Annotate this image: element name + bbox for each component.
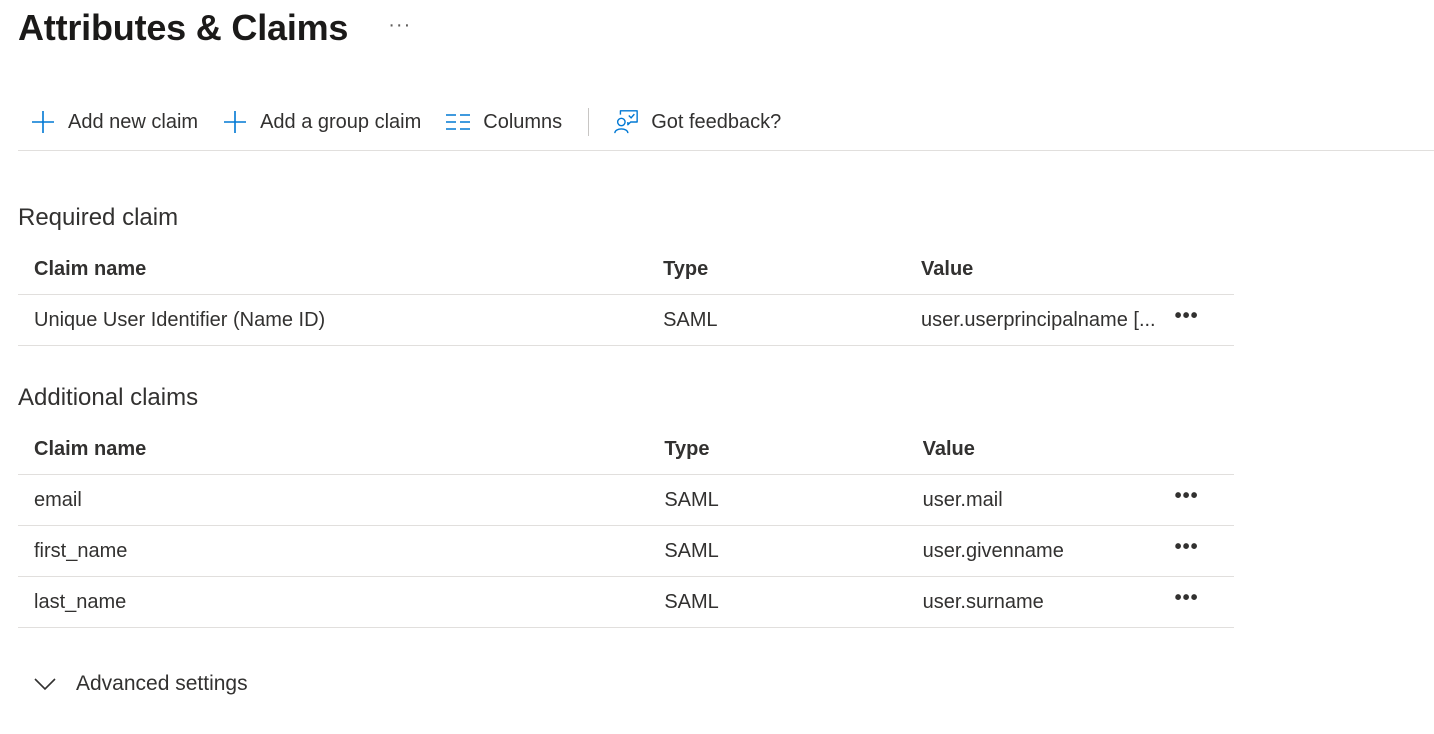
column-header-actions <box>1174 424 1234 475</box>
row-more-button[interactable]: ••• <box>1175 536 1199 559</box>
claim-name-cell[interactable]: email <box>18 474 665 526</box>
claim-name-cell[interactable]: first_name <box>18 525 665 577</box>
additional-claims-table: Claim name Type Value email SAML user.ma… <box>18 424 1234 628</box>
row-more-button[interactable]: ••• <box>1175 587 1199 610</box>
claim-name-cell[interactable]: Unique User Identifier (Name ID) <box>18 294 664 346</box>
claim-type-cell: SAML <box>663 294 922 346</box>
feedback-icon <box>613 109 639 135</box>
table-row[interactable]: first_name SAML user.givenname ••• <box>18 525 1234 577</box>
required-claims-table: Claim name Type Value Unique User Identi… <box>18 244 1234 346</box>
claim-value-cell: user.mail <box>922 474 1175 526</box>
columns-icon <box>445 109 471 135</box>
column-header-claim-name[interactable]: Claim name <box>18 424 665 475</box>
columns-label: Columns <box>483 110 563 133</box>
claim-value-cell: user.surname <box>922 576 1175 628</box>
claim-name-cell[interactable]: last_name <box>18 576 665 628</box>
column-header-type[interactable]: Type <box>663 244 922 295</box>
plus-icon <box>222 109 248 135</box>
row-more-button[interactable]: ••• <box>1175 305 1199 328</box>
column-header-claim-name[interactable]: Claim name <box>18 244 664 295</box>
plus-icon <box>30 109 56 135</box>
claim-type-cell: SAML <box>664 525 923 577</box>
column-header-value[interactable]: Value <box>921 244 1175 295</box>
page-title: Attributes & Claims <box>18 7 349 48</box>
table-header-row: Claim name Type Value <box>18 244 1234 295</box>
feedback-button[interactable]: Got feedback? <box>601 100 793 144</box>
toolbar-divider <box>588 108 590 136</box>
required-claim-heading: Required claim <box>18 204 179 231</box>
add-new-claim-label: Add new claim <box>68 110 199 133</box>
feedback-label: Got feedback? <box>651 110 782 133</box>
table-header-row: Claim name Type Value <box>18 424 1234 475</box>
page-more-button[interactable]: ··· <box>388 0 411 51</box>
add-group-claim-label: Add a group claim <box>260 110 422 133</box>
title-row: Attributes & Claims ··· <box>18 2 411 54</box>
columns-button[interactable]: Columns <box>433 100 574 144</box>
add-group-claim-button[interactable]: Add a group claim <box>210 100 433 144</box>
claim-type-cell: SAML <box>664 576 923 628</box>
add-new-claim-button[interactable]: Add new claim <box>18 100 210 144</box>
column-header-value[interactable]: Value <box>922 424 1175 475</box>
advanced-settings-label: Advanced settings <box>76 672 248 695</box>
column-header-actions <box>1174 244 1234 295</box>
additional-claims-heading: Additional claims <box>18 384 199 411</box>
chevron-down-icon <box>34 672 58 696</box>
claim-type-cell: SAML <box>664 474 923 526</box>
table-row[interactable]: last_name SAML user.surname ••• <box>18 576 1234 628</box>
command-bar: Add new claim Add a group claim Columns <box>18 100 1434 151</box>
page: Attributes & Claims ··· Add new claim Ad… <box>0 0 1434 734</box>
column-header-type[interactable]: Type <box>664 424 923 475</box>
table-row[interactable]: Unique User Identifier (Name ID) SAML us… <box>18 294 1234 346</box>
table-row[interactable]: email SAML user.mail ••• <box>18 474 1234 526</box>
claim-value-cell: user.givenname <box>922 525 1175 577</box>
row-more-button[interactable]: ••• <box>1175 485 1199 508</box>
claim-value-cell: user.userprincipalname [... <box>921 294 1175 346</box>
advanced-settings-toggle[interactable]: Advanced settings <box>34 672 248 696</box>
